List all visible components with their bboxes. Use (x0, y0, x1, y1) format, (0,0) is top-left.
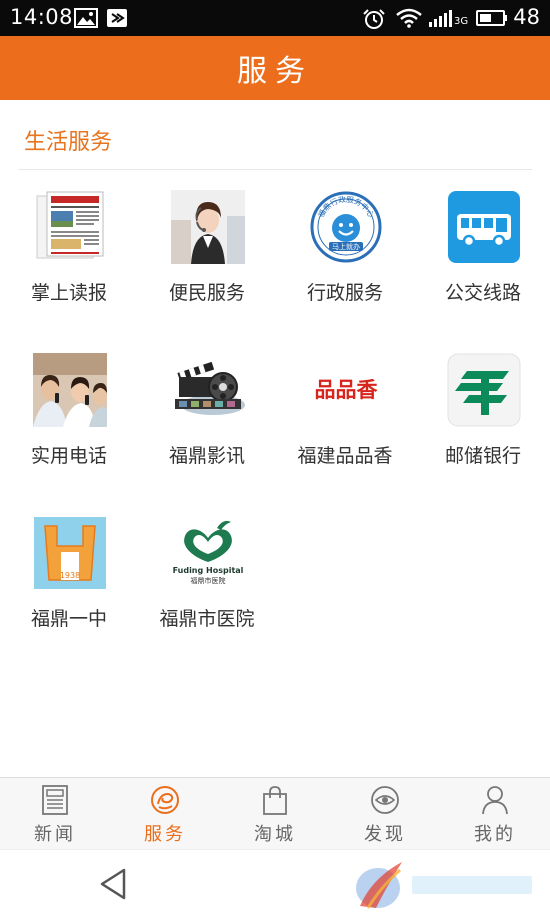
service-label: 福鼎一中 (30, 608, 107, 630)
wifi-icon (396, 8, 422, 28)
tab-label: 发现 (364, 824, 406, 845)
service-item-pinpinxiang[interactable]: 品品香 福建品品香 (276, 343, 414, 493)
tab-discover[interactable]: 发现 (330, 778, 440, 850)
hospital-en-text: Fuding Hospital (173, 566, 244, 575)
service-label: 福鼎市医院 (159, 608, 255, 630)
section-divider (18, 169, 532, 170)
service-item-phone[interactable]: 实用电话 (0, 343, 138, 493)
film-icon (171, 353, 245, 427)
pinpinxiang-logo-text: 品品香 (315, 378, 379, 402)
school-year-text: 1938 (60, 571, 80, 580)
service-label: 掌上读报 (30, 282, 107, 304)
tab-label: 服务 (144, 824, 186, 845)
app-header: 服务 (0, 36, 550, 100)
network-type: 3G (454, 16, 469, 27)
service-label: 行政服务 (306, 282, 383, 304)
hospital-icon: Fuding Hospital 福鼎市医院 (171, 516, 245, 590)
eye-icon (371, 786, 399, 814)
service-label: 便民服务 (168, 282, 245, 304)
signal-icon (429, 10, 452, 27)
tab-service[interactable]: 服务 (110, 778, 220, 850)
watermark-logo (356, 862, 532, 909)
app-notification-icon (107, 9, 127, 27)
hospital-cn-text: 福鼎市医院 (191, 576, 226, 585)
status-bar: 14:08 3G 48 (0, 0, 550, 36)
service-label: 福建品品香 (297, 445, 393, 467)
service-item-school[interactable]: 1938 福鼎一中 (0, 506, 138, 656)
battery-level: 48 (513, 5, 540, 29)
service-icon (151, 786, 179, 814)
alarm-icon (363, 9, 385, 29)
tab-label: 淘城 (254, 824, 296, 845)
shopping-bag-icon (263, 786, 287, 815)
image-notification-icon (74, 8, 98, 28)
status-time: 14:08 (10, 5, 74, 29)
school-icon: 1938 (33, 516, 107, 590)
postal-bank-icon (447, 353, 521, 427)
user-icon (482, 786, 508, 815)
service-item-film[interactable]: 福鼎影讯 (138, 343, 276, 493)
service-label: 公交线路 (444, 282, 521, 304)
bus-icon (447, 190, 521, 264)
tab-label: 我的 (474, 824, 516, 845)
newspaper-icon (33, 190, 107, 264)
back-triangle-icon[interactable] (96, 866, 132, 902)
service-label: 实用电话 (30, 445, 107, 467)
service-item-postal-bank[interactable]: 邮储银行 (414, 343, 550, 493)
admin-seal-center-text: 马上就办 (332, 242, 360, 251)
phone-people-icon (33, 353, 107, 427)
service-item-newspaper[interactable]: 掌上读报 (0, 180, 138, 330)
admin-seal-icon: 福鼎行政服务中心 马上就办 (309, 190, 383, 264)
bottom-nav: 新闻 服务 淘城 发现 我的 (0, 777, 550, 849)
service-item-convenience[interactable]: 便民服务 (138, 180, 276, 330)
page-title: 服务 (237, 54, 313, 89)
section-title: 生活服务 (24, 130, 113, 155)
system-nav-bar (0, 849, 550, 917)
tab-news[interactable]: 新闻 (0, 778, 110, 850)
app-screen: 14:08 3G 48 服务 生活服务 掌上读报 便民服务 福鼎行政服务中心 马… (0, 0, 550, 917)
call-center-icon (171, 190, 245, 264)
service-item-admin[interactable]: 福鼎行政服务中心 马上就办 行政服务 (276, 180, 414, 330)
battery-icon (476, 10, 507, 26)
service-item-bus[interactable]: 公交线路 (414, 180, 550, 330)
tab-mine[interactable]: 我的 (440, 778, 550, 850)
news-icon (42, 785, 68, 815)
pinpinxiang-logo-icon: 品品香 (309, 353, 383, 427)
service-label: 福鼎影讯 (168, 445, 245, 467)
service-item-hospital[interactable]: Fuding Hospital 福鼎市医院 福鼎市医院 (138, 506, 276, 656)
tab-shop[interactable]: 淘城 (220, 778, 330, 850)
tab-label: 新闻 (34, 824, 76, 845)
service-label: 邮储银行 (444, 445, 521, 467)
